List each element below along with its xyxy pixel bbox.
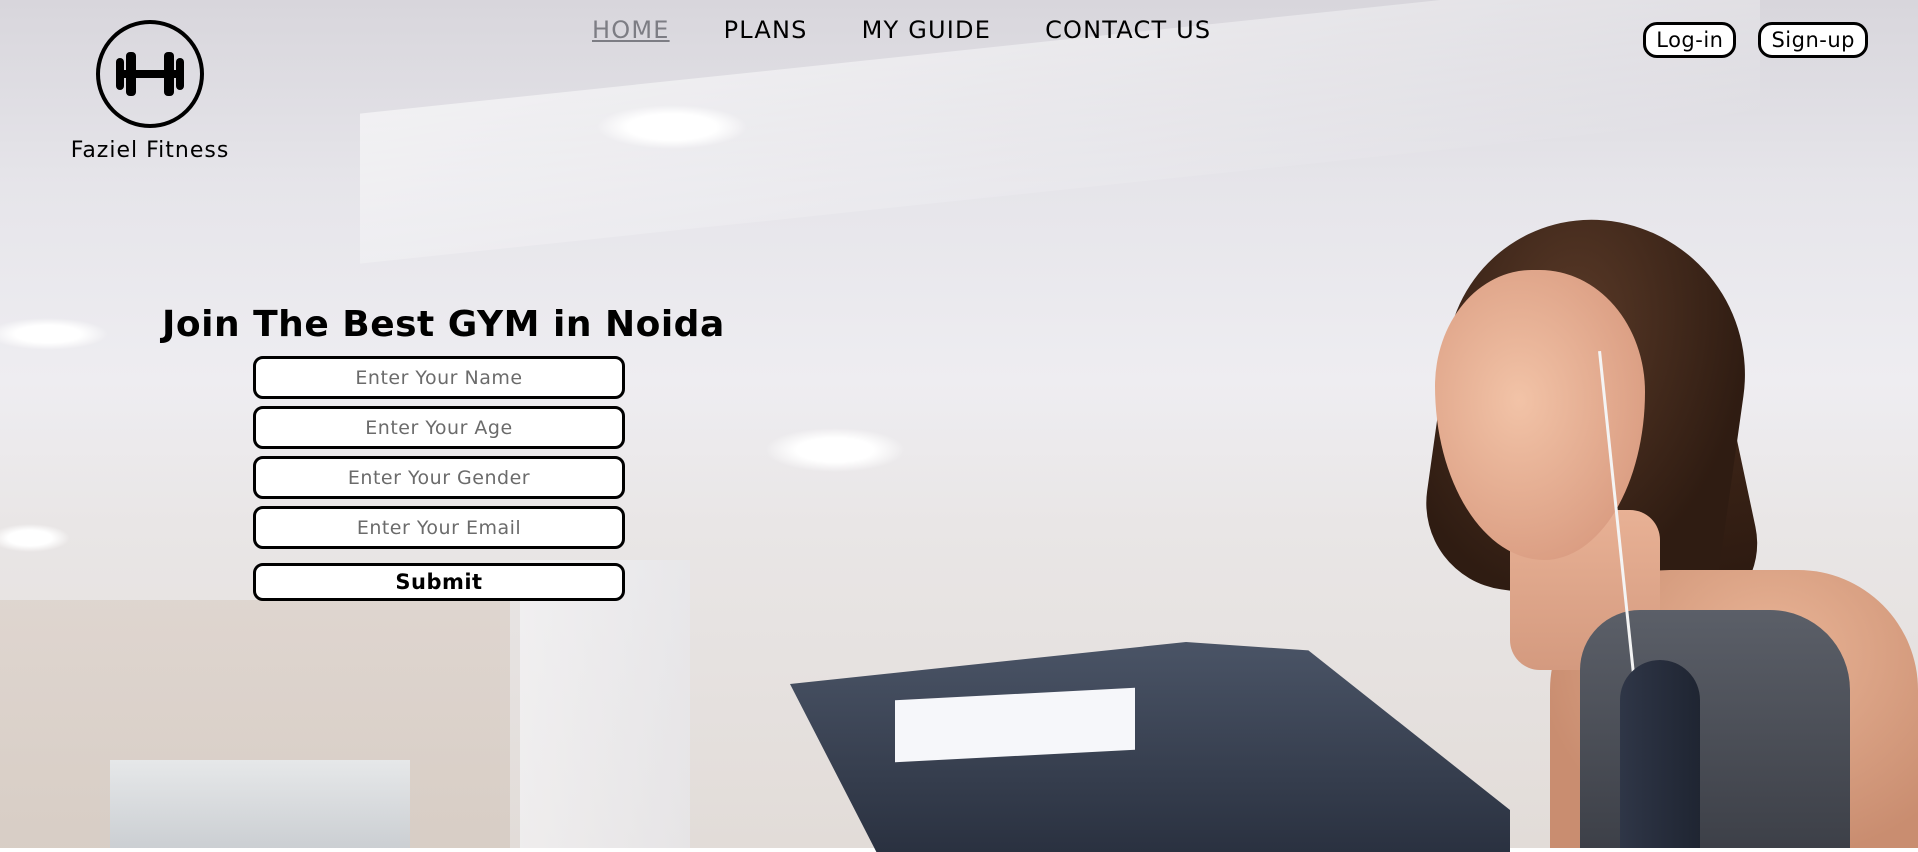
nav-plans[interactable]: PLANS [724, 16, 808, 44]
background-shelf [110, 760, 410, 848]
hero-headline: Join The Best GYM in Noida [162, 304, 725, 346]
brand-name: Faziel Fitness [70, 138, 230, 163]
background-column [520, 560, 690, 848]
machine-handle [1620, 660, 1700, 848]
nav-contact-us[interactable]: CONTACT US [1045, 16, 1211, 44]
console-screen [895, 687, 1135, 763]
submit-button[interactable]: Submit [253, 563, 625, 601]
nav-home[interactable]: HOME [592, 16, 670, 44]
age-input[interactable] [253, 406, 625, 449]
dumbbell-icon [96, 20, 204, 128]
signup-button[interactable]: Sign-up [1758, 22, 1868, 58]
name-input[interactable] [253, 356, 625, 399]
gender-input[interactable] [253, 456, 625, 499]
signup-form: Submit [253, 356, 625, 601]
login-button[interactable]: Log-in [1643, 22, 1737, 58]
email-input[interactable] [253, 506, 625, 549]
auth-buttons: Log-in Sign-up [1643, 22, 1868, 58]
main-nav: HOME PLANS MY GUIDE CONTACT US [592, 16, 1211, 44]
brand-logo[interactable]: Faziel Fitness [60, 20, 240, 163]
treadmill-console [790, 612, 1510, 852]
nav-my-guide[interactable]: MY GUIDE [862, 16, 991, 44]
